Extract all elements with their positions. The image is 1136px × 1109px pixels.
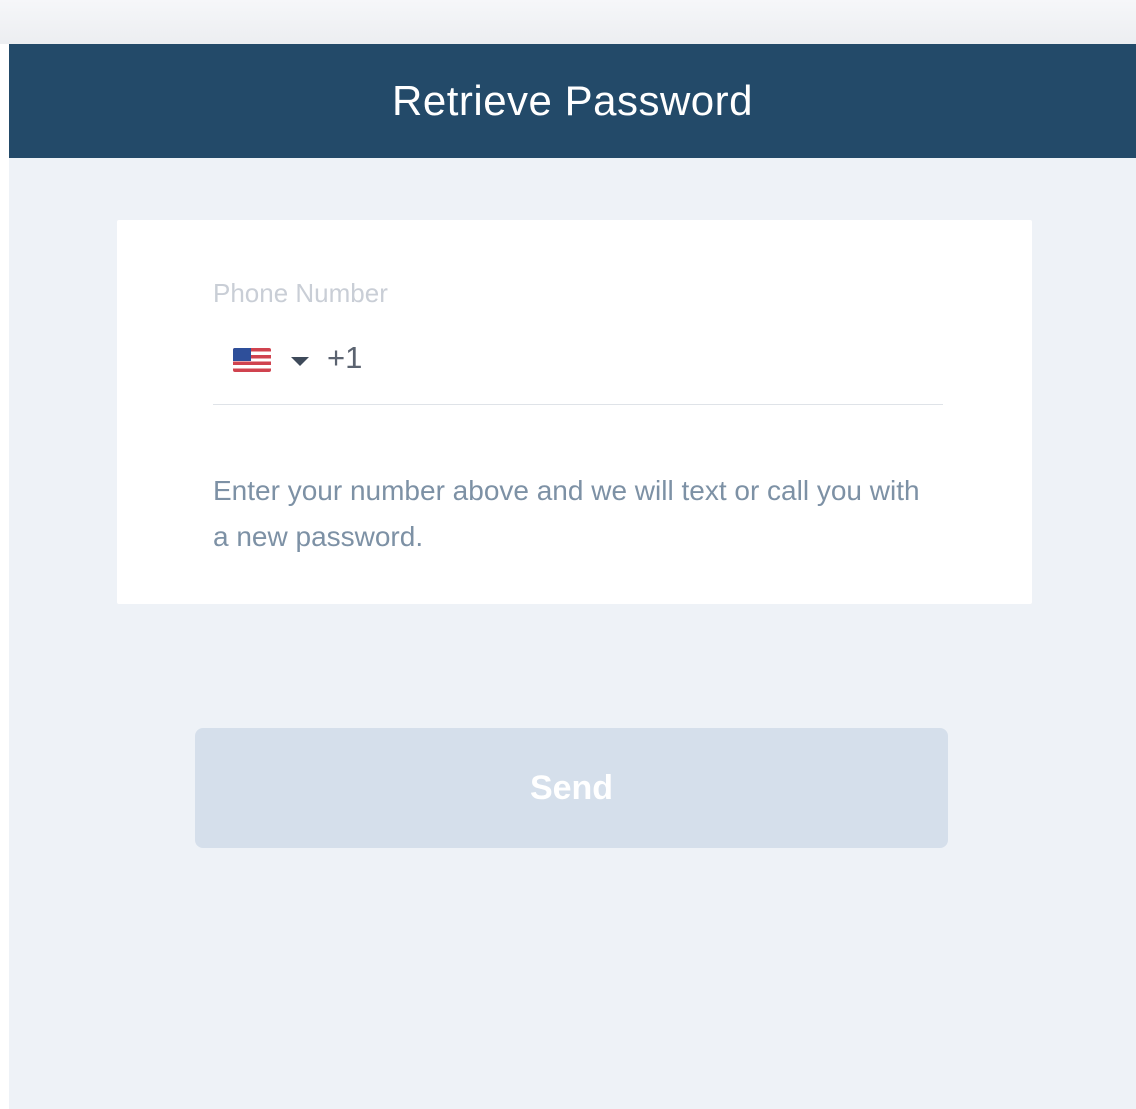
help-text: Enter your number above and we will text… <box>213 475 920 552</box>
page-title: Retrieve Password <box>392 77 753 124</box>
us-flag-icon[interactable] <box>233 348 271 372</box>
send-button[interactable]: Send <box>195 728 948 848</box>
phone-number-label: Phone Number <box>213 278 388 308</box>
header-bar: Retrieve Password <box>9 44 1136 158</box>
top-strip <box>0 0 1136 44</box>
dial-code: +1 <box>327 340 363 375</box>
flag-canton <box>233 348 251 361</box>
chevron-down-icon[interactable] <box>291 357 309 366</box>
phone-number-input[interactable] <box>370 338 943 380</box>
phone-card: Phone Number +1 Enter your number above … <box>117 220 1032 604</box>
phone-field[interactable]: +1 <box>213 338 943 405</box>
